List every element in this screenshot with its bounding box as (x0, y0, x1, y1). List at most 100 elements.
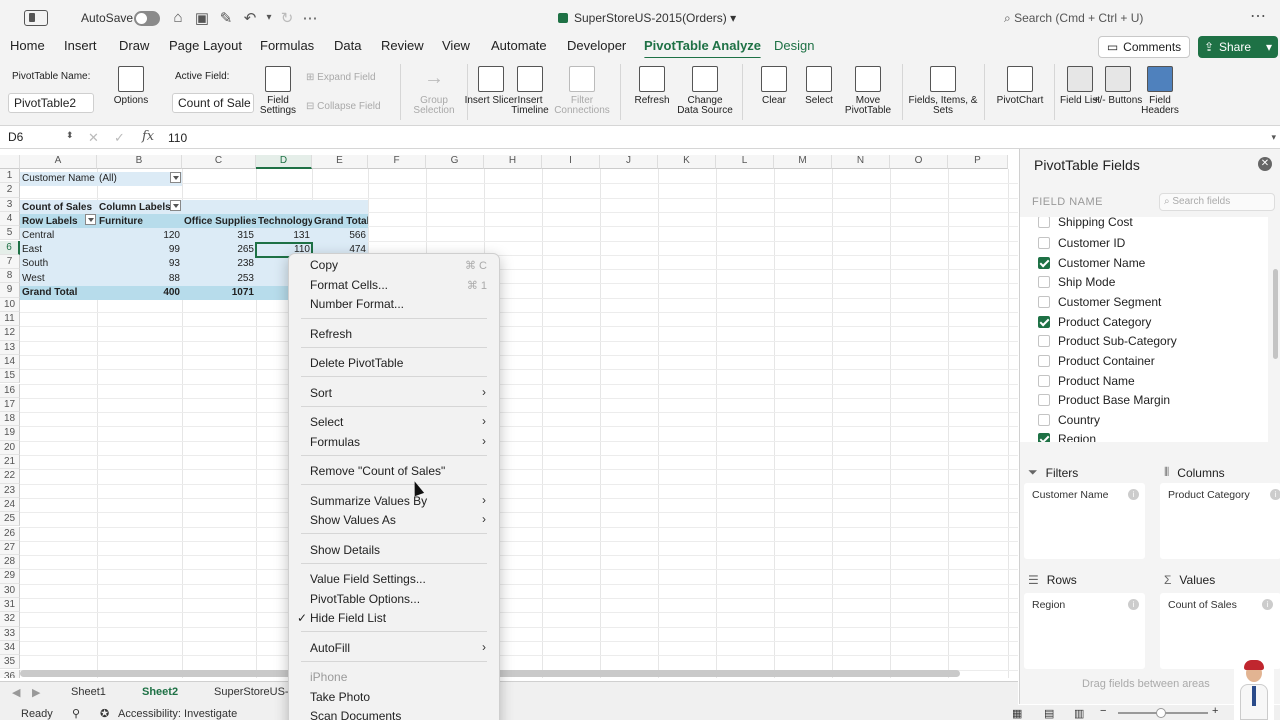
share-button[interactable]: ⇪ Share ▾ (1198, 36, 1278, 58)
field-settings-button[interactable]: Field Settings (250, 66, 306, 116)
row-header[interactable]: 17 (0, 397, 20, 413)
pivot-grand-total-cell[interactable]: 400 (97, 286, 182, 300)
rows-area-item[interactable]: Region (1032, 599, 1065, 611)
page-layout-view-icon[interactable]: ▤ (1044, 707, 1054, 720)
field-checkbox-checked[interactable] (1038, 257, 1050, 269)
tab-draw[interactable]: Draw (119, 38, 149, 53)
group-selection-button[interactable]: → Group Selection (406, 66, 462, 116)
more-icon[interactable]: ⋯ (301, 9, 319, 27)
home-icon[interactable]: ⌂ (169, 9, 187, 26)
filter-dropdown[interactable] (168, 172, 183, 186)
autosave-toggle[interactable] (134, 11, 160, 26)
menu-item-scan-documents[interactable]: Scan Documents (310, 709, 401, 720)
column-header[interactable]: H (484, 155, 542, 169)
column-header[interactable]: O (890, 155, 948, 169)
pivot-grand-total-cell[interactable]: 1071 (182, 286, 256, 300)
options-button[interactable]: Options (103, 66, 159, 106)
row-header[interactable]: 26 (0, 526, 20, 541)
zoom-out-icon[interactable]: − (1100, 705, 1106, 717)
row-header[interactable]: 6 (0, 240, 20, 255)
zoom-slider-thumb[interactable] (1156, 708, 1166, 718)
edit-icon[interactable]: ✎ (217, 9, 235, 27)
zoom-in-icon[interactable]: + (1212, 705, 1218, 717)
row-header[interactable]: 29 (0, 569, 20, 584)
select-button[interactable]: Select (791, 66, 847, 106)
row-header[interactable]: 36 (0, 669, 20, 678)
tab-page-layout[interactable]: Page Layout (169, 38, 242, 53)
field-checkbox[interactable] (1038, 217, 1050, 228)
row-header[interactable]: 25 (0, 512, 20, 527)
menu-item-show-values-as[interactable]: Show Values As (310, 513, 396, 527)
pivot-cell[interactable]: 88 (97, 272, 182, 286)
columns-drop-area[interactable]: Product Category i (1160, 483, 1280, 559)
column-header[interactable]: B (97, 155, 182, 169)
column-header[interactable]: C (182, 155, 256, 169)
menu-item-autofill[interactable]: AutoFill (310, 641, 350, 655)
column-header[interactable]: G (426, 155, 484, 169)
field-list-scrollbar[interactable] (1273, 269, 1278, 359)
rows-drop-area[interactable]: Region i (1024, 593, 1145, 669)
row-header[interactable]: 32 (0, 612, 20, 627)
row-header[interactable]: 14 (0, 354, 20, 370)
formula-input[interactable]: 110 (168, 131, 187, 145)
search-box[interactable]: ⌕ Search (Cmd + Ctrl + U) (1004, 11, 1143, 26)
pivot-cell[interactable]: 120 (97, 229, 182, 243)
menu-item-copy[interactable]: Copy (310, 258, 338, 272)
field-item[interactable]: Shipping Cost (1038, 217, 1133, 231)
expand-field-button[interactable]: ⊞ Expand Field (306, 72, 376, 83)
column-header[interactable]: L (716, 155, 774, 169)
row-header[interactable]: 13 (0, 340, 20, 355)
document-title[interactable]: SuperStoreUS-2015(Orders) ▾ (558, 11, 736, 25)
field-headers-button[interactable]: Field Headers (1132, 66, 1188, 116)
active-field-input[interactable]: Count of Sale (172, 93, 254, 113)
field-item[interactable]: Product Name (1038, 372, 1135, 390)
row-header[interactable]: 27 (0, 540, 20, 556)
undo-icon[interactable]: ↶ (241, 9, 259, 27)
filters-area-item[interactable]: Customer Name (1032, 489, 1108, 501)
tab-insert[interactable]: Insert (64, 38, 97, 53)
field-item[interactable]: Product Container (1038, 352, 1155, 370)
fields-items-sets-button[interactable]: Fields, Items, & Sets (908, 66, 978, 116)
row-header[interactable]: 12 (0, 326, 20, 341)
collapse-field-button[interactable]: ⊟ Collapse Field (306, 101, 381, 112)
field-item[interactable]: Ship Mode (1038, 273, 1115, 291)
column-labels-dropdown[interactable] (168, 200, 183, 214)
row-header[interactable]: 18 (0, 412, 20, 427)
field-checkbox-checked[interactable] (1038, 433, 1050, 442)
column-header[interactable]: K (658, 155, 716, 169)
row-labels-dropdown[interactable] (83, 214, 98, 228)
field-checkbox-checked[interactable] (1038, 316, 1050, 328)
more-options-icon[interactable]: ⋯ (1250, 6, 1266, 26)
row-header[interactable]: 35 (0, 655, 20, 670)
field-item[interactable]: Product Sub-Category (1038, 332, 1177, 350)
row-header[interactable]: 10 (0, 297, 20, 312)
insert-function-icon[interactable]: fx (142, 129, 154, 144)
menu-item-summarize-values-by[interactable]: Summarize Values By (310, 494, 427, 508)
field-checkbox[interactable] (1038, 375, 1050, 387)
cancel-icon[interactable]: ✕ (88, 130, 99, 146)
tab-developer[interactable]: Developer (567, 38, 626, 53)
row-header[interactable]: 5 (0, 226, 20, 241)
row-header[interactable]: 11 (0, 312, 20, 327)
field-item[interactable]: Customer Name (1038, 254, 1145, 272)
tab-review[interactable]: Review (381, 38, 424, 53)
info-icon[interactable]: i (1270, 489, 1280, 500)
comments-button[interactable]: ▭ Comments (1098, 36, 1190, 58)
insert-timeline-button[interactable]: Insert Timeline (502, 66, 558, 116)
menu-item-number-format[interactable]: Number Format... (310, 297, 404, 311)
column-header[interactable]: F (368, 155, 426, 169)
row-header[interactable]: 19 (0, 426, 20, 441)
menu-item-format-cells[interactable]: Format Cells... (310, 278, 388, 292)
row-header[interactable]: 24 (0, 497, 20, 513)
pivot-cell[interactable]: 315 (182, 229, 256, 243)
sheet-tab-active[interactable]: Sheet2 (129, 681, 191, 707)
field-checkbox[interactable] (1038, 414, 1050, 426)
tab-home[interactable]: Home (10, 38, 45, 53)
field-item[interactable]: Product Base Margin (1038, 391, 1170, 409)
prev-sheet-icon[interactable]: ◀ (12, 686, 20, 699)
column-header[interactable]: N (832, 155, 890, 169)
field-item[interactable]: Region (1038, 430, 1096, 442)
menu-item-take-photo[interactable]: Take Photo (310, 690, 370, 704)
tab-design[interactable]: Design (774, 38, 814, 53)
row-header[interactable]: 1 (0, 169, 20, 184)
